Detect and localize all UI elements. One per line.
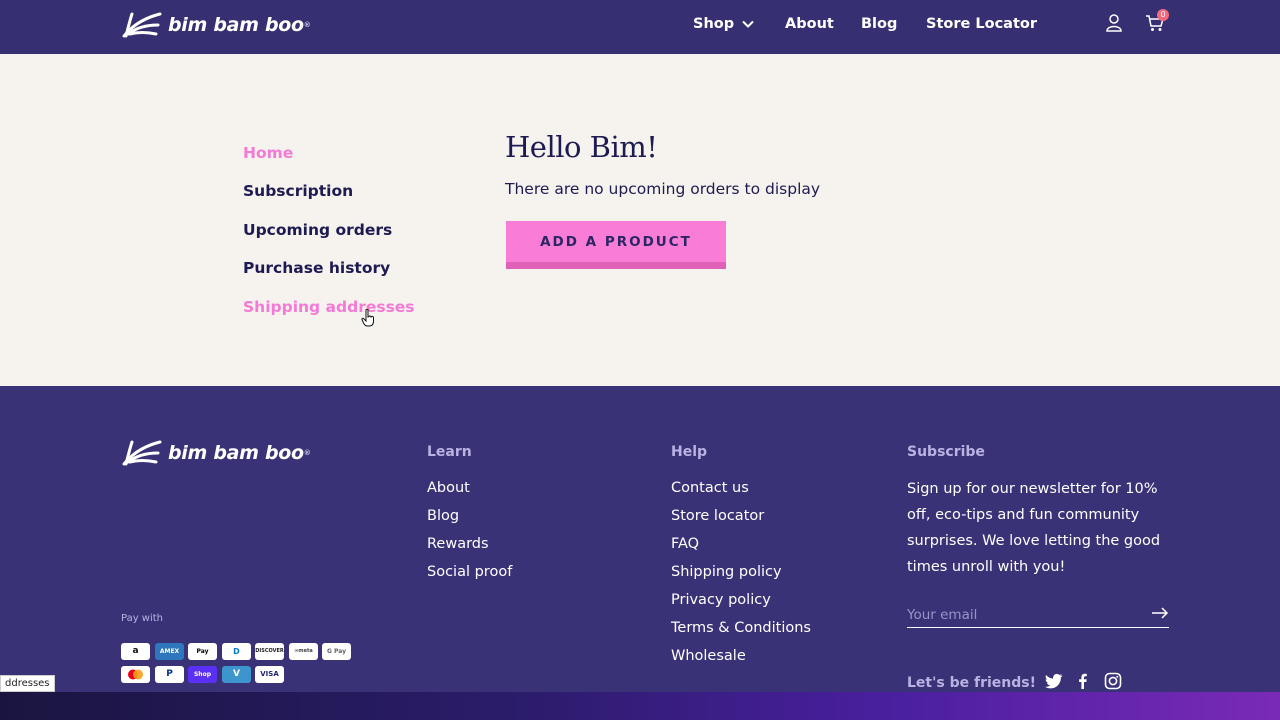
- chevron-down-icon: [742, 20, 754, 28]
- greeting-heading: Hello Bim!: [505, 130, 658, 164]
- pay-with-label: Pay with: [121, 613, 164, 624]
- no-orders-message: There are no upcoming orders to display: [505, 180, 821, 198]
- account-nav-subscription[interactable]: Subscription: [243, 182, 353, 200]
- subscribe-heading: Subscribe: [907, 444, 985, 460]
- paypal-icon: P: [155, 666, 184, 683]
- arrow-right-icon[interactable]: [1151, 607, 1169, 619]
- footer-link-about[interactable]: About: [427, 480, 470, 496]
- nav-shop[interactable]: Shop: [693, 16, 754, 32]
- subscribe-text: Sign up for our newsletter for 10% off, …: [907, 481, 1161, 575]
- amex-icon: AMEX: [155, 643, 184, 660]
- footer-link-wholesale[interactable]: Wholesale: [671, 648, 746, 664]
- footer-link-faq[interactable]: FAQ: [671, 536, 699, 552]
- google-pay-icon: G Pay: [322, 643, 351, 660]
- visa-icon: VISA: [255, 666, 284, 683]
- add-product-button[interactable]: ADD A PRODUCT: [506, 221, 726, 269]
- account-nav-upcoming-orders[interactable]: Upcoming orders: [243, 221, 392, 239]
- site-footer: bim bam boo ® Learn About Blog Rewards So…: [0, 386, 1280, 692]
- footer-link-privacy-policy[interactable]: Privacy policy: [671, 592, 771, 608]
- apple-pay-icon: Pay: [188, 643, 217, 660]
- hand-cursor-icon: [361, 309, 374, 327]
- meta-pay-icon: ∞meta: [289, 643, 318, 660]
- footer-link-rewards[interactable]: Rewards: [427, 536, 489, 552]
- nav-about[interactable]: About: [785, 16, 834, 32]
- friends-label: Let's be friends!: [907, 675, 1036, 691]
- footer-link-shipping-policy[interactable]: Shipping policy: [671, 564, 782, 580]
- nav-store-locator[interactable]: Store Locator: [926, 16, 1037, 32]
- account-nav-shipping-addresses[interactable]: Shipping addresses: [243, 298, 415, 316]
- learn-heading: Learn: [427, 444, 472, 460]
- footer-link-store-locator[interactable]: Store locator: [671, 508, 764, 524]
- footer-brand-logo[interactable]: bim bam boo ®: [122, 440, 311, 466]
- account-nav-home[interactable]: Home: [243, 144, 293, 162]
- shop-pay-icon: Shop Pay: [188, 666, 217, 683]
- brand-logo[interactable]: bim bam boo ®: [122, 12, 311, 38]
- diners-club-icon: D: [222, 643, 251, 660]
- instagram-icon[interactable]: [1104, 672, 1122, 690]
- twitter-icon[interactable]: [1045, 672, 1063, 690]
- facebook-icon[interactable]: [1074, 672, 1092, 690]
- footer-link-terms[interactable]: Terms & Conditions: [671, 620, 811, 636]
- email-input[interactable]: [907, 605, 1137, 623]
- footer-link-blog[interactable]: Blog: [427, 508, 459, 524]
- help-heading: Help: [671, 444, 708, 460]
- footer-link-social-proof[interactable]: Social proof: [427, 564, 512, 580]
- status-tooltip: ddresses: [0, 675, 55, 692]
- desktop-wallpaper-strip: [0, 692, 1280, 720]
- site-header: bim bam boo ® Shop About Blog Store Locat…: [0, 0, 1280, 54]
- footer-brand-name: bim bam boo: [168, 442, 304, 464]
- email-field-wrap: [907, 604, 1169, 628]
- discover-icon: DISCOVER: [255, 643, 284, 660]
- user-icon[interactable]: [1106, 14, 1122, 32]
- cart-count-badge: 0: [1157, 9, 1169, 21]
- brand-name: bim bam boo: [168, 14, 304, 36]
- registered-mark: ®: [303, 21, 311, 29]
- leaf-logo-icon: [122, 440, 162, 466]
- venmo-icon: V: [222, 666, 251, 683]
- registered-mark: ®: [303, 449, 311, 457]
- account-nav-purchase-history[interactable]: Purchase history: [243, 259, 390, 277]
- amazon-pay-icon: a: [121, 643, 150, 660]
- nav-shop-label: Shop: [693, 16, 735, 32]
- nav-blog[interactable]: Blog: [861, 16, 897, 32]
- footer-link-contact-us[interactable]: Contact us: [671, 480, 749, 496]
- mastercard-icon: [121, 666, 150, 683]
- leaf-logo-icon: [122, 12, 162, 38]
